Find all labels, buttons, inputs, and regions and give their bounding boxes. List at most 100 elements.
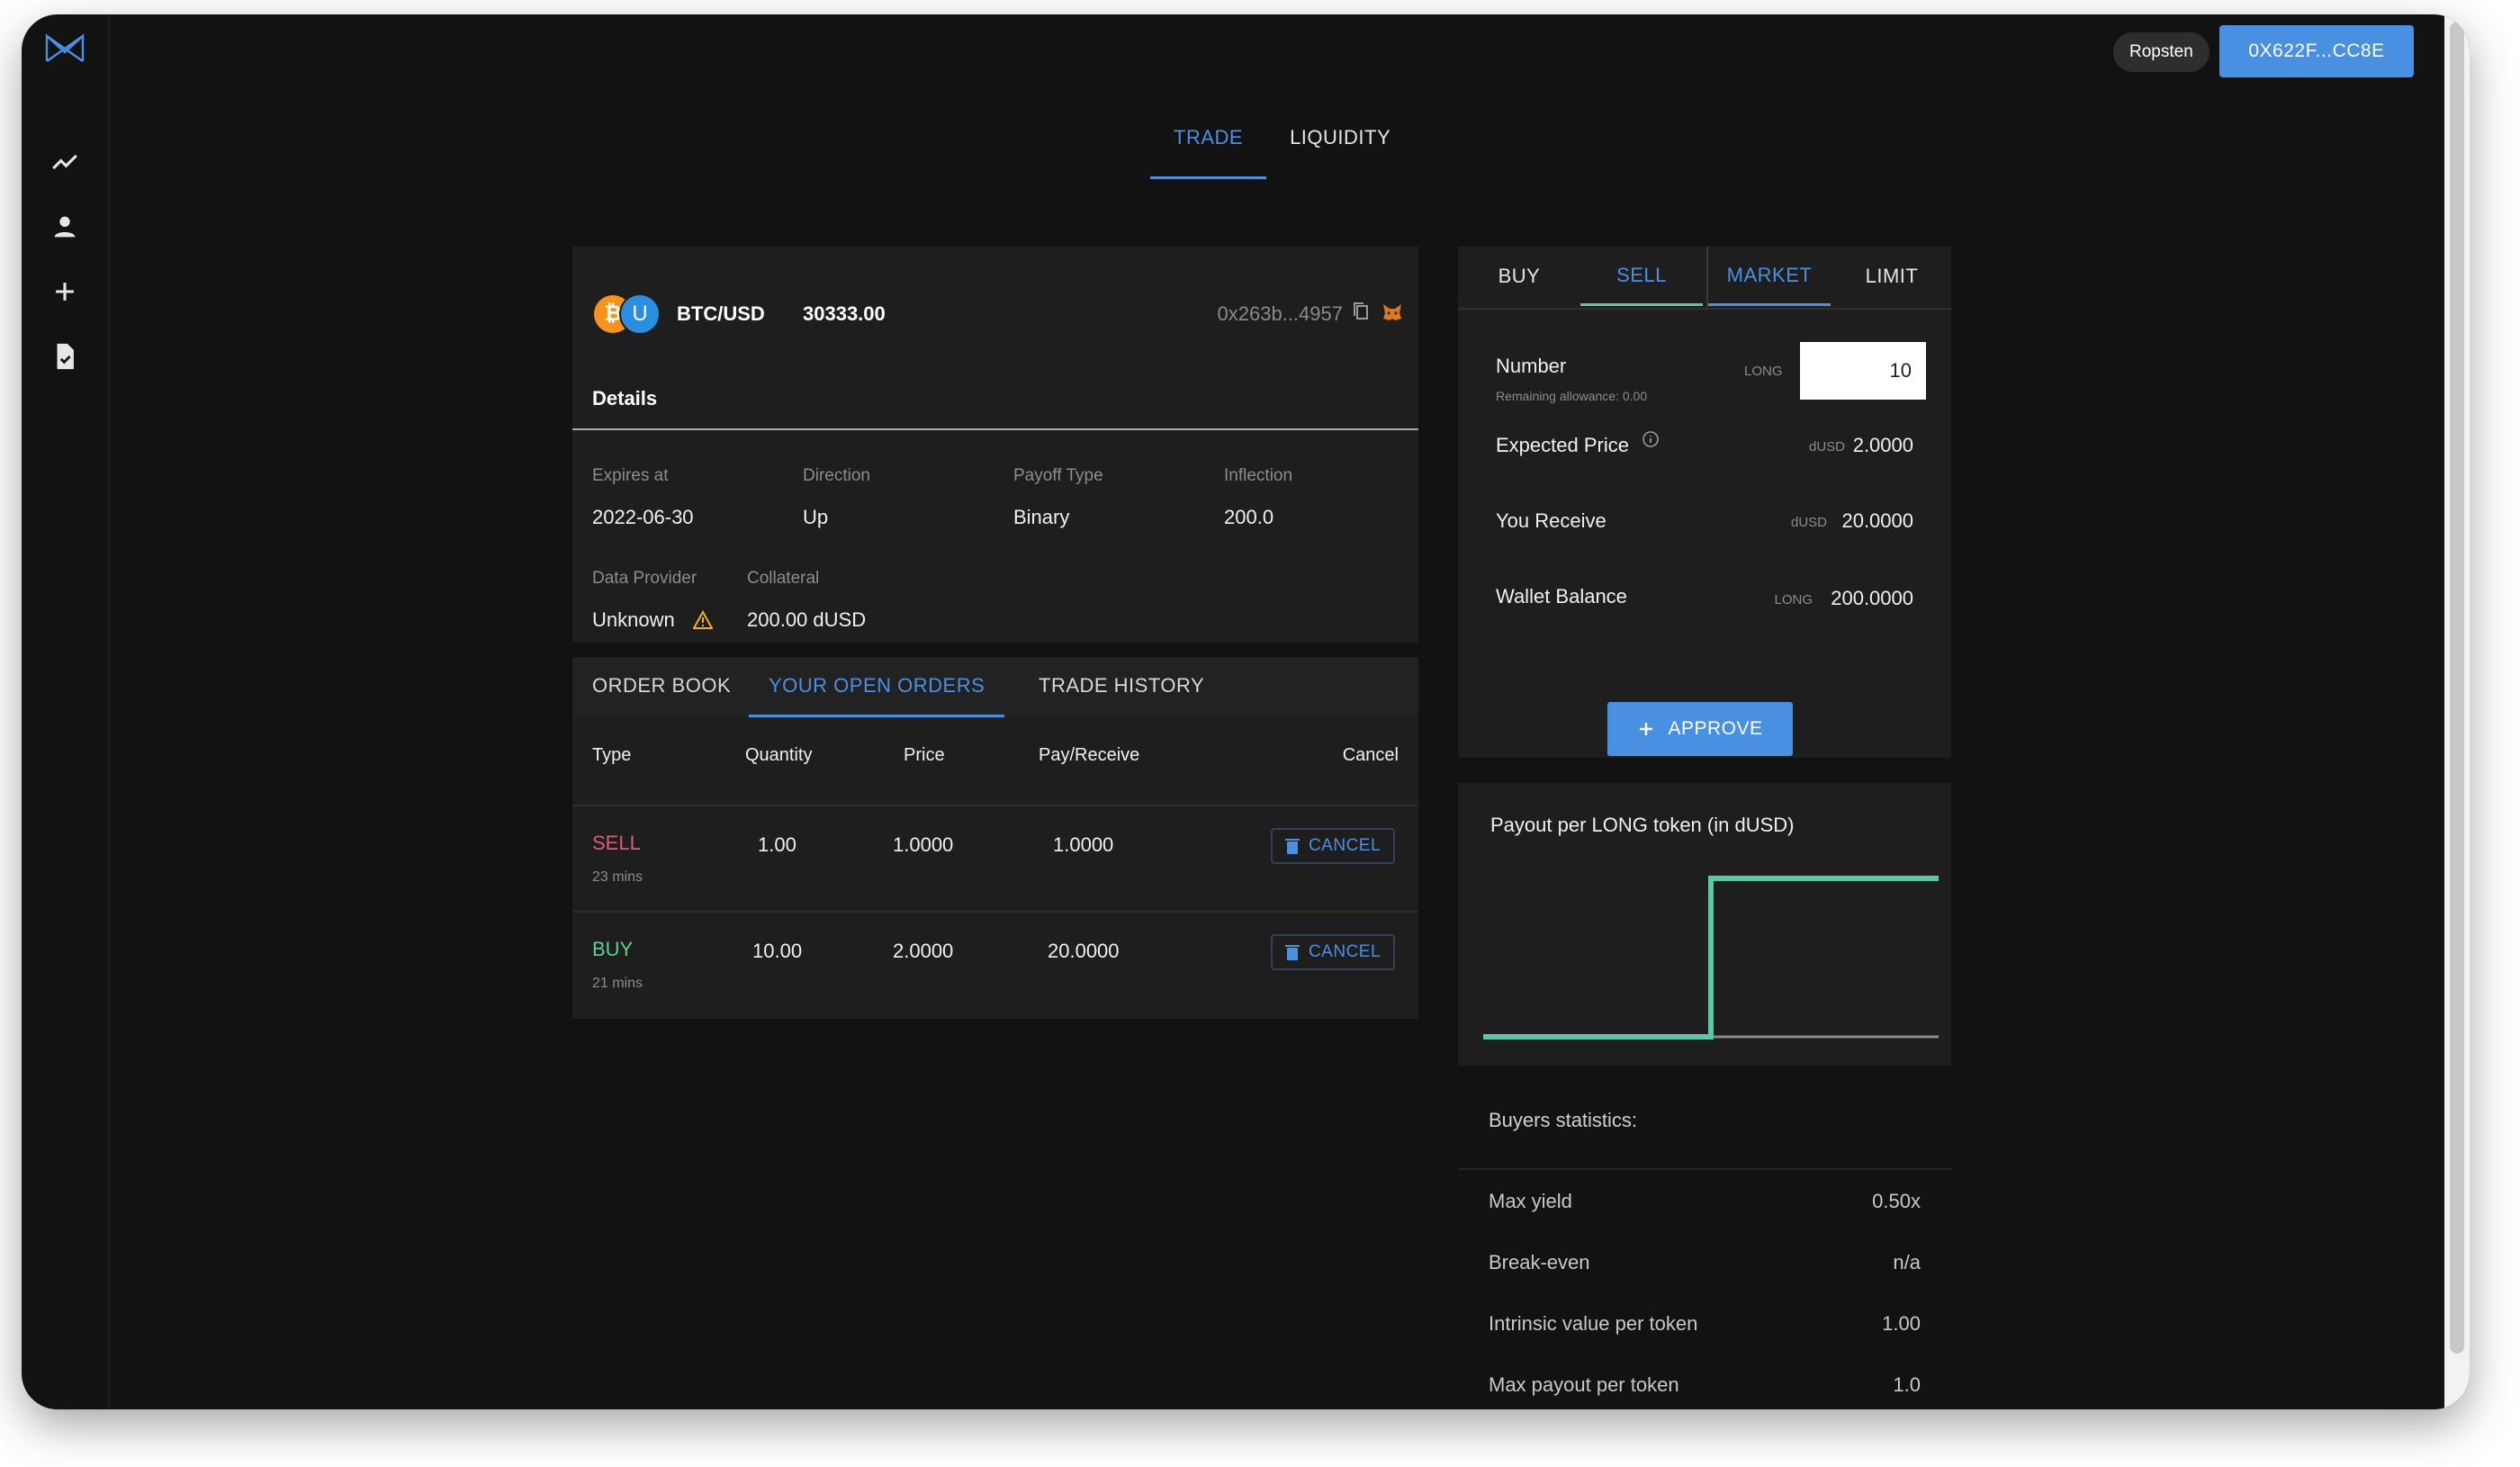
order-age: 21 mins: [592, 976, 644, 991]
order-pay-receive: 20.0000: [1048, 940, 1120, 962]
cancel-order-button[interactable]: CANCEL: [1271, 934, 1395, 970]
stat-value-intrinsic-value: 1.00: [1882, 1312, 1921, 1335]
tab-your-open-orders[interactable]: YOUR OPEN ORDERS: [749, 657, 1005, 717]
column-header-cancel: Cancel: [1342, 745, 1399, 765]
chart-title: Payout per LONG token (in dUSD): [1490, 814, 1795, 836]
metamask-fox-icon[interactable]: [1381, 301, 1404, 324]
payout-series-line: [1483, 876, 1939, 1040]
you-receive-unit: dUSD: [1790, 515, 1827, 530]
plus-icon: [1640, 723, 1653, 735]
trade-form-tabs: BUY SELL MARKET LIMIT: [1458, 247, 1951, 310]
network-badge: Ropsten: [2113, 32, 2210, 72]
order-age: 23 mins: [592, 869, 644, 885]
payoff-type-label: Payoff Type: [1013, 466, 1103, 485]
direction-value: Up: [803, 506, 829, 528]
approve-button[interactable]: APPROVE: [1607, 702, 1793, 756]
number-label: Number: [1496, 355, 1567, 377]
you-receive-value: 20.0000: [1841, 509, 1913, 532]
collateral-label: Collateral: [747, 569, 820, 588]
buyers-statistics: Buyers statistics: Max yield 0.50x Break…: [1458, 1078, 1951, 1409]
usd-coin-icon: U: [619, 293, 661, 335]
stats-title: Buyers statistics:: [1489, 1109, 1638, 1131]
data-provider-value: Unknown: [592, 608, 675, 631]
order-type-buy: BUY: [592, 938, 634, 960]
chart-line-icon[interactable]: [47, 144, 83, 180]
column-header-quantity: Quantity: [745, 745, 813, 765]
expected-price-value: 2.0000: [1852, 434, 1913, 456]
pair-price: 30333.00: [803, 302, 886, 325]
direction-label: Direction: [803, 466, 870, 485]
stats-divider: [1458, 1168, 1951, 1170]
info-icon[interactable]: [1642, 430, 1660, 448]
person-icon[interactable]: [47, 209, 83, 245]
payoff-type-value: Binary: [1013, 506, 1070, 528]
cancel-label: CANCEL: [1308, 836, 1382, 855]
details-heading: Details: [592, 387, 658, 410]
tab-trade[interactable]: TRADE: [1150, 126, 1267, 179]
stat-label-intrinsic-value: Intrinsic value per token: [1489, 1312, 1698, 1335]
open-orders-table: Type Quantity Price Pay/Receive Cancel S…: [572, 718, 1418, 1019]
app-logo-icon[interactable]: [43, 31, 86, 67]
inflection-value: 200.0: [1224, 506, 1274, 528]
you-receive-label: You Receive: [1496, 509, 1606, 532]
number-input[interactable]: [1800, 342, 1926, 400]
column-header-type: Type: [592, 745, 632, 765]
table-row-divider: [572, 911, 1418, 913]
scrollbar-track[interactable]: [2444, 14, 2470, 1409]
app-window: Ropsten 0X622F...CC8E TRADE LIQUIDITY ₿ …: [22, 14, 2470, 1409]
wallet-balance-unit: LONG: [1774, 592, 1813, 608]
expected-price-unit: dUSD: [1808, 439, 1845, 454]
collateral-value: 200.00 dUSD: [747, 608, 867, 631]
tab-market[interactable]: MARKET: [1708, 247, 1831, 306]
trash-icon: [1284, 945, 1300, 960]
expires-label: Expires at: [592, 466, 669, 485]
number-unit: LONG: [1744, 364, 1783, 379]
tab-order-book[interactable]: ORDER BOOK: [572, 657, 751, 715]
approve-label: APPROVE: [1668, 718, 1763, 739]
wallet-balance-label: Wallet Balance: [1496, 585, 1627, 608]
plus-icon[interactable]: [47, 274, 83, 310]
wallet-balance-value: 200.0000: [1831, 587, 1913, 609]
details-divider: [572, 428, 1418, 430]
order-quantity: 10.00: [752, 940, 803, 962]
orders-tabs: ORDER BOOK YOUR OPEN ORDERS TRADE HISTOR…: [572, 657, 1418, 718]
contract-address: 0x263b...4957: [1217, 302, 1343, 325]
stat-value-max-yield: 0.50x: [1872, 1190, 1921, 1212]
pair-name: BTC/USD: [677, 302, 765, 325]
instrument-panel: ₿ U BTC/USD 30333.00 0x263b...4957 Detai…: [572, 247, 1418, 643]
column-header-pay-receive: Pay/Receive: [1039, 745, 1140, 765]
tab-sell[interactable]: SELL: [1580, 247, 1703, 306]
tab-liquidity[interactable]: LIQUIDITY: [1266, 126, 1414, 176]
order-pay-receive: 1.0000: [1053, 833, 1114, 856]
tab-buy[interactable]: BUY: [1458, 247, 1580, 306]
trash-icon: [1284, 839, 1300, 854]
order-quantity: 1.00: [758, 833, 796, 856]
stat-value-max-payout: 1.0: [1893, 1373, 1921, 1396]
stat-value-break-even: n/a: [1893, 1251, 1921, 1274]
stat-label-max-yield: Max yield: [1489, 1190, 1572, 1212]
top-tabs: TRADE LIQUIDITY: [1150, 126, 1414, 179]
cancel-order-button[interactable]: CANCEL: [1271, 828, 1395, 864]
table-divider: [572, 805, 1418, 806]
warning-icon: [692, 609, 714, 630]
copy-icon[interactable]: [1350, 301, 1372, 324]
sidebar: [22, 14, 110, 1409]
column-header-price: Price: [904, 745, 945, 765]
inflection-label: Inflection: [1224, 466, 1293, 485]
tab-trade-history[interactable]: TRADE HISTORY: [1019, 657, 1224, 715]
stat-label-max-payout: Max payout per token: [1489, 1373, 1679, 1396]
tab-limit[interactable]: LIMIT: [1831, 247, 1953, 306]
wallet-address-button[interactable]: 0X622F...CC8E: [2219, 25, 2414, 77]
order-type-sell: SELL: [592, 832, 641, 854]
scrollbar-thumb[interactable]: [2450, 22, 2464, 1354]
payout-chart-panel: Payout per LONG token (in dUSD): [1458, 783, 1951, 1066]
order-price: 2.0000: [893, 940, 954, 962]
expected-price-label: Expected Price: [1496, 434, 1629, 456]
trade-form: BUY SELL MARKET LIMIT Number Remaining a…: [1458, 247, 1951, 758]
document-check-icon[interactable]: [47, 338, 83, 374]
stat-label-break-even: Break-even: [1489, 1251, 1590, 1274]
order-price: 1.0000: [893, 833, 954, 856]
data-provider-label: Data Provider: [592, 569, 698, 588]
cancel-label: CANCEL: [1308, 942, 1382, 961]
expires-value: 2022-06-30: [592, 506, 694, 528]
